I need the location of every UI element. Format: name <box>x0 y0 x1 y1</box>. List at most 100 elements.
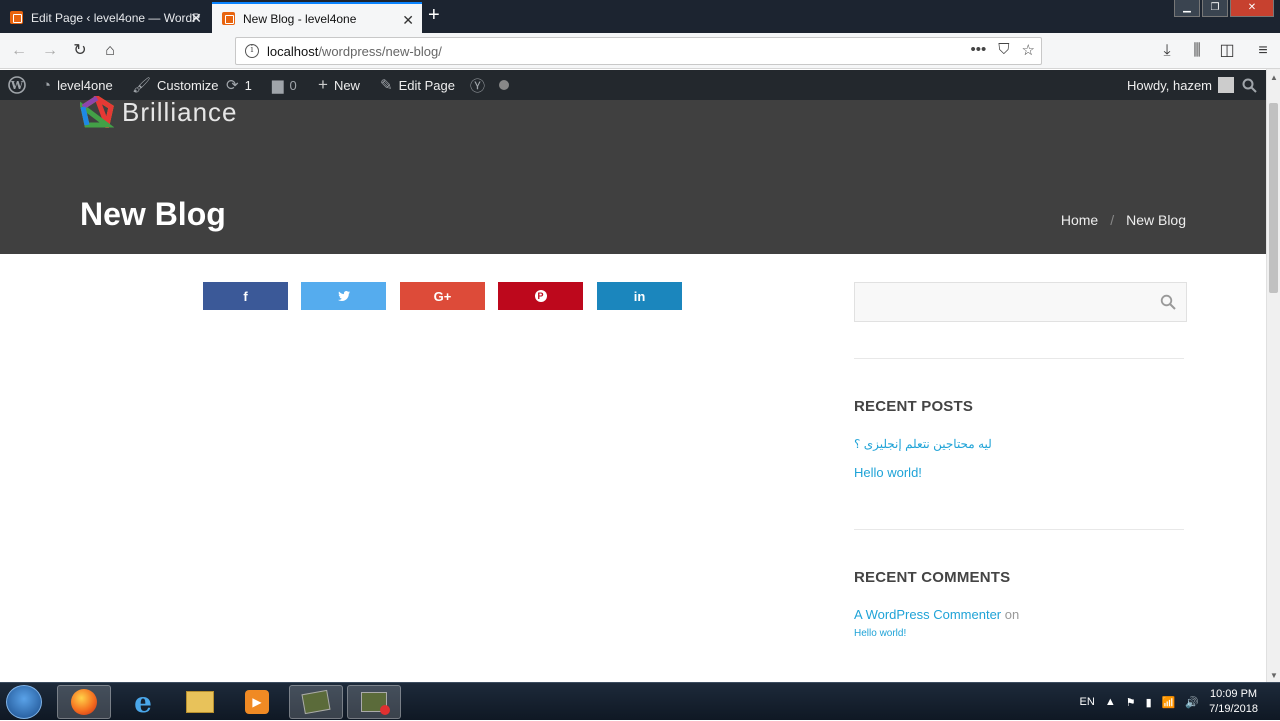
edit-page-label: Edit Page <box>398 77 455 93</box>
site-name-label: level4one <box>57 77 113 93</box>
new-label: New <box>333 77 360 93</box>
yoast-icon: Ⓨ <box>470 77 486 95</box>
menu-icon[interactable]: ≡ <box>1252 40 1274 62</box>
volume-icon[interactable]: 🔊 <box>1185 696 1199 709</box>
url-actions: ••• ⛉ ☆ <box>971 41 1035 59</box>
facebook-icon: f <box>243 288 248 304</box>
recorder-icon <box>361 692 390 715</box>
firefox-icon <box>71 689 97 715</box>
start-button[interactable] <box>6 685 42 719</box>
home-icon[interactable]: ⌂ <box>99 40 121 62</box>
howdy-item[interactable]: Howdy, hazem <box>1127 70 1235 100</box>
pinterest-share-button[interactable]: P <box>498 282 583 310</box>
reload-icon[interactable]: ↻ <box>69 40 91 62</box>
pinterest-icon: P <box>534 290 547 302</box>
xampp-favicon-icon <box>222 12 235 25</box>
clock[interactable]: 10:09 PM 7/19/2018 <box>1209 687 1258 717</box>
network-icon[interactable]: 📶 <box>1162 696 1176 709</box>
comment-post-link[interactable]: Hello world! <box>854 628 906 639</box>
page-header: Brilliance New Blog Home / New Blog <box>0 96 1266 254</box>
pencil-icon: ✎ <box>380 77 393 94</box>
app-taskbar-button[interactable] <box>289 685 343 719</box>
scroll-up-icon[interactable]: ▲ <box>1269 73 1279 82</box>
recent-post-link[interactable]: ليه محتاجين نتعلم إنجليزى ؟ <box>854 437 992 451</box>
scroll-down-icon[interactable]: ▼ <box>1269 671 1279 680</box>
scrollbar-thumb[interactable] <box>1269 103 1278 293</box>
maximize-button[interactable]: ❐ <box>1202 0 1228 17</box>
clock-date: 7/19/2018 <box>1209 703 1258 715</box>
breadcrumb: Home / New Blog <box>1061 212 1186 228</box>
flag-icon[interactable]: ⚑ <box>1126 696 1136 709</box>
facebook-share-button[interactable]: f <box>203 282 288 310</box>
explorer-taskbar-button[interactable] <box>173 685 227 719</box>
forward-icon[interactable]: → <box>39 40 61 62</box>
xampp-favicon-icon <box>10 11 23 24</box>
power-icon[interactable]: ▮ <box>1146 696 1152 709</box>
site-logo[interactable]: Brilliance <box>80 96 238 128</box>
sidebar-search-input[interactable] <box>854 282 1187 322</box>
breadcrumb-separator: / <box>1110 212 1115 228</box>
updates-icon: ⟳ <box>226 77 239 94</box>
google-plus-share-button[interactable]: G+ <box>400 282 485 310</box>
edit-page-item[interactable]: ✎ Edit Page <box>380 70 455 100</box>
pocket-icon[interactable]: ⛉ <box>998 41 1009 59</box>
page-title: New Blog <box>80 196 226 232</box>
media-player-taskbar-button[interactable]: ▶ <box>230 685 284 719</box>
breadcrumb-current: New Blog <box>1126 212 1186 228</box>
breadcrumb-home[interactable]: Home <box>1061 212 1098 228</box>
customize-label: Customize <box>157 77 219 93</box>
tab-edit-page[interactable]: Edit Page ‹ level4one — WordP ✕ <box>0 2 210 33</box>
show-hidden-icons-icon[interactable]: ▲ <box>1105 696 1116 708</box>
recorder-taskbar-button[interactable] <box>347 685 401 719</box>
admin-search-icon[interactable] <box>1242 70 1257 100</box>
internet-explorer-icon: e <box>134 685 152 719</box>
linkedin-share-button[interactable]: in <box>597 282 682 310</box>
close-tab-icon[interactable]: ✕ <box>402 12 414 29</box>
tab-new-blog[interactable]: New Blog - level4one ✕ <box>212 2 422 33</box>
comment-author-link[interactable]: A WordPress Commenter <box>854 607 1001 622</box>
folder-icon <box>186 691 214 713</box>
firefox-taskbar-button[interactable] <box>57 685 111 719</box>
comments-count: 0 <box>289 77 297 93</box>
close-window-button[interactable]: ✕ <box>1230 0 1274 17</box>
twitter-icon <box>337 291 350 301</box>
site-info-icon[interactable]: i <box>245 44 259 58</box>
updates-count: 1 <box>244 77 252 93</box>
language-indicator[interactable]: EN <box>1080 696 1095 708</box>
bookmark-star-icon[interactable]: ☆ <box>1022 41 1035 59</box>
comments-item[interactable]: ▆ 0 <box>272 70 297 100</box>
clock-time: 10:09 PM <box>1209 688 1258 700</box>
brilliance-logo-icon <box>80 96 114 128</box>
howdy-label: Howdy, hazem <box>1127 77 1213 93</box>
search-icon[interactable] <box>1160 294 1176 310</box>
sidebar-icon[interactable]: ◫ <box>1216 40 1238 62</box>
avatar <box>1218 77 1235 93</box>
google-plus-icon: G+ <box>433 288 452 304</box>
comment-on-label: on <box>1004 607 1020 622</box>
ie-taskbar-button[interactable]: e <box>116 685 170 719</box>
brush-icon: 🖌 <box>132 77 152 94</box>
page-actions-icon[interactable]: ••• <box>971 41 987 59</box>
yoast-item[interactable]: Ⓨ <box>470 70 510 100</box>
dashboard-icon: ◔ <box>42 76 52 94</box>
browser-tab-bar: Edit Page ‹ level4one — WordP ✕ New Blog… <box>0 0 1280 33</box>
minimize-button[interactable]: ▁ <box>1174 0 1200 17</box>
recent-post-link[interactable]: Hello world! <box>854 465 922 480</box>
new-item[interactable]: + New <box>318 70 360 100</box>
logo-text: Brilliance <box>122 96 238 127</box>
back-icon[interactable]: ← <box>8 40 30 62</box>
camtasia-icon <box>301 689 331 715</box>
wordpress-logo-icon[interactable]: W <box>8 70 26 100</box>
system-tray: EN ▲ ⚑ ▮ 📶 🔊 10:09 PM 7/19/2018 <box>1080 683 1280 721</box>
page-scrollbar[interactable]: ▲ ▼ <box>1266 69 1280 682</box>
twitter-share-button[interactable] <box>301 282 386 310</box>
media-player-icon: ▶ <box>245 690 269 714</box>
divider <box>854 358 1184 359</box>
download-icon[interactable]: ⤓ <box>1156 40 1178 62</box>
navigation-bar: ← → ↻ ⌂ i localhost/wordpress/new-blog/ … <box>0 33 1280 69</box>
library-icon[interactable]: ⫼ <box>1186 40 1208 62</box>
url-bar[interactable]: i localhost/wordpress/new-blog/ ••• ⛉ ☆ <box>235 37 1042 65</box>
new-tab-button[interactable]: + <box>428 4 440 27</box>
close-tab-icon[interactable]: ✕ <box>190 10 202 27</box>
comment-bubble-icon: ▆ <box>272 77 284 94</box>
